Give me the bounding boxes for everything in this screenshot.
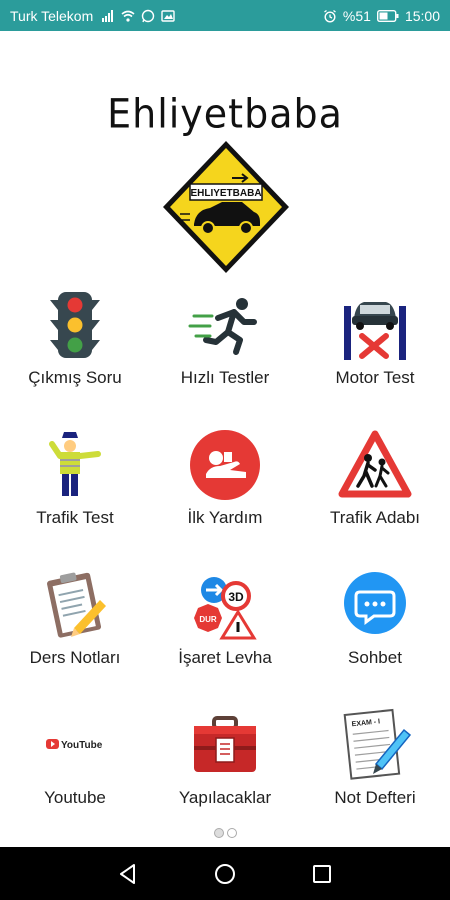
battery-percent: %51: [342, 7, 371, 24]
tile-ilk-yardim[interactable]: İlk Yardım: [150, 422, 300, 562]
tile-label: Hızlı Testler: [180, 368, 270, 387]
toolbox-icon: [194, 716, 256, 772]
tile-motor-test[interactable]: Motor Test: [300, 282, 450, 422]
running-man-icon: [188, 298, 257, 355]
home-icon[interactable]: [211, 860, 239, 888]
wifi-icon: [121, 10, 135, 22]
tile-label: Youtube: [44, 788, 106, 807]
tile-label: Sohbet: [348, 648, 402, 667]
app-title: Ehliyetbaba: [107, 90, 343, 138]
navigation-bar: [0, 847, 450, 900]
tile-label: Trafik Adabı: [329, 508, 421, 527]
car-lift-icon: [344, 302, 406, 360]
youtube-logo-text: YouTube: [61, 740, 103, 751]
tile-youtube[interactable]: YouTube Youtube: [0, 702, 150, 842]
tile-not-defteri[interactable]: EXAM - I Not Defteri: [300, 702, 450, 842]
logo-road-sign: EHLIYETBABA: [163, 141, 289, 273]
tile-label: İlk Yardım: [187, 508, 263, 527]
recent-apps-icon[interactable]: [308, 860, 336, 888]
tile-sohbet[interactable]: Sohbet: [300, 562, 450, 702]
battery-icon: [376, 9, 399, 22]
tile-label: Not Defteri: [334, 788, 416, 807]
tile-label: İşaret Levha: [178, 648, 272, 667]
tile-trafik-test[interactable]: Trafik Test: [0, 422, 150, 562]
tile-cikmis-soru[interactable]: Çıkmış Soru: [0, 282, 150, 422]
status-icons: [101, 9, 175, 23]
logo-text: EHLIYETBABA: [190, 188, 261, 199]
tile-label: Trafik Test: [36, 508, 114, 527]
back-icon[interactable]: [114, 860, 142, 888]
tile-isaret-levha[interactable]: 3D DUR İşaret Levha: [150, 562, 300, 702]
tile-ders-notlari[interactable]: Ders Notları: [0, 562, 150, 702]
tile-label: Çıkmış Soru: [28, 368, 122, 387]
tile-trafik-adabi[interactable]: Trafik Adabı: [300, 422, 450, 562]
alarm-icon: [324, 9, 336, 23]
gallery-icon: [161, 9, 175, 22]
tile-yapilacaklar[interactable]: Yapılacaklar: [150, 702, 300, 842]
clock: 15:00: [404, 7, 440, 24]
traffic-police-icon: [49, 432, 101, 496]
chat-bubble-icon: [344, 572, 406, 634]
notebook-pen-icon: EXAM - I: [343, 708, 412, 780]
page-dot-active[interactable]: [213, 828, 224, 838]
stop-sign-text: DUR: [199, 615, 217, 624]
tile-label: Ders Notları: [29, 648, 121, 667]
carrier-name: Turk Telekom: [10, 7, 94, 24]
status-bar: Turk Telekom %51 15:00: [0, 0, 450, 31]
first-aid-icon: [190, 430, 260, 500]
road-signs-icon: 3D DUR: [194, 577, 257, 640]
tile-hizli-testler[interactable]: Hızlı Testler: [150, 282, 300, 422]
youtube-icon: YouTube: [46, 739, 103, 751]
page-indicator: [0, 828, 450, 842]
tile-label: Motor Test: [335, 368, 415, 387]
tile-label: Yapılacaklar: [178, 788, 272, 807]
clipboard-notes-icon: [47, 572, 106, 638]
speed-sign-text: 3D: [228, 590, 244, 604]
page-dot[interactable]: [226, 828, 237, 838]
pedestrian-warning-icon: [338, 430, 412, 498]
traffic-light-icon: [50, 292, 100, 358]
whatsapp-icon: [142, 9, 155, 22]
signal-icon: [102, 9, 114, 22]
